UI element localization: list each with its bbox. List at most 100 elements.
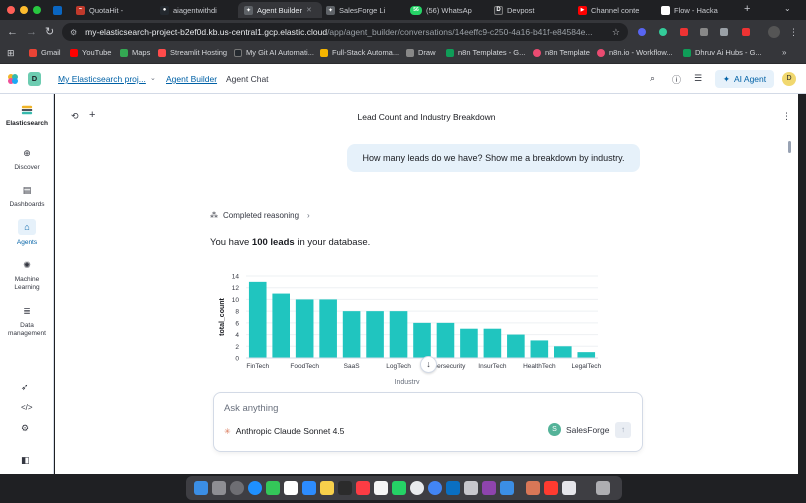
- close-window-button[interactable]: [7, 6, 15, 14]
- messages-icon[interactable]: [266, 481, 280, 495]
- feedback-icon[interactable]: ☰: [694, 73, 702, 84]
- app-icon[interactable]: [562, 481, 576, 495]
- bookmark-item[interactable]: n8n Templates - G...: [446, 48, 525, 57]
- gear-icon[interactable]: ⚙: [21, 423, 29, 434]
- bookmark-item[interactable]: n8n.io - Workflow...: [597, 48, 673, 57]
- bookmark-item[interactable]: YouTube: [70, 48, 111, 57]
- extension-icon[interactable]: [659, 28, 667, 36]
- chrome-icon[interactable]: [428, 481, 442, 495]
- zoom-window-button[interactable]: [33, 6, 41, 14]
- photos-icon[interactable]: [374, 481, 388, 495]
- send-button[interactable]: ↑: [615, 422, 631, 438]
- nav-elasticsearch[interactable]: Elasticsearch: [0, 104, 54, 128]
- reload-button[interactable]: ↻: [45, 25, 54, 39]
- back-button[interactable]: ←: [7, 25, 18, 39]
- x-tick-label: SaaS: [344, 363, 361, 370]
- browser-tab[interactable]: D Devpost: [494, 2, 570, 18]
- bookmark-item[interactable]: n8n Template: [533, 48, 590, 57]
- site-info-icon[interactable]: ⚙: [70, 28, 77, 37]
- nav-data-management[interactable]: ≣ Data management: [0, 304, 54, 338]
- vscode-icon[interactable]: [446, 481, 460, 495]
- more-options-icon[interactable]: ⋮: [782, 111, 791, 122]
- user-avatar[interactable]: D: [782, 72, 796, 86]
- bookmark-star-icon[interactable]: ☆: [612, 27, 620, 38]
- address-bar[interactable]: ⚙ my-elasticsearch-project-b2ef0d.kb.us-…: [62, 23, 628, 41]
- browser-tab[interactable]: 56 (56) WhatsAp: [410, 2, 490, 18]
- bookmark-item[interactable]: Full-Stack Automa...: [320, 48, 399, 57]
- nav-dashboards[interactable]: ▤ Dashboards: [0, 183, 54, 209]
- calendar-icon[interactable]: [284, 481, 298, 495]
- bookmark-item[interactable]: Gmail: [29, 48, 61, 57]
- forward-button[interactable]: →: [26, 25, 37, 39]
- whatsapp-icon[interactable]: [392, 481, 406, 495]
- chrome-icon[interactable]: [410, 481, 424, 495]
- extensions-puzzle-icon[interactable]: [720, 28, 728, 36]
- browser-tab[interactable]: ▶ Channel conte: [578, 2, 658, 18]
- nav-machine-learning[interactable]: ✺ Machine Learning: [0, 258, 54, 292]
- minimize-window-button[interactable]: [20, 6, 28, 14]
- nav-label: Discover: [14, 164, 40, 171]
- ai-agent-button[interactable]: ✦ AI Agent: [715, 70, 774, 88]
- rocket-icon[interactable]: ➶: [21, 382, 29, 393]
- x-tick-label: FinTech: [246, 363, 269, 370]
- app-icon[interactable]: [482, 481, 496, 495]
- app-icon[interactable]: [544, 481, 558, 495]
- browser-tab[interactable]: Flow - Hacka: [661, 2, 737, 18]
- browser-tab[interactable]: ● aiagentwithdi: [160, 2, 236, 18]
- launchpad-icon[interactable]: [212, 481, 226, 495]
- chevron-down-icon[interactable]: ⌄: [150, 74, 156, 82]
- collapse-nav-icon[interactable]: ◧: [21, 455, 30, 466]
- finder-icon[interactable]: [194, 481, 208, 495]
- apps-grid-icon[interactable]: ⊞: [7, 48, 15, 59]
- chat-composer[interactable]: Ask anything ✳ Anthropic Claude Sonnet 4…: [213, 392, 643, 452]
- scroll-to-bottom-button[interactable]: ↓: [420, 356, 437, 373]
- bookmark-item[interactable]: My Git AI Automati...: [234, 48, 314, 57]
- dev-tools-icon[interactable]: </>: [21, 403, 33, 412]
- elastic-logo-icon[interactable]: [7, 73, 19, 85]
- chrome-menu-icon[interactable]: ⋮: [789, 25, 798, 39]
- more-bookmarks-icon[interactable]: »: [782, 48, 786, 57]
- claude-icon[interactable]: [526, 481, 540, 495]
- breadcrumb-agent-builder[interactable]: Agent Builder: [166, 74, 217, 84]
- search-icon[interactable]: ⌕: [650, 73, 655, 84]
- linkedin-pinned-tab[interactable]: [53, 6, 62, 15]
- profile-avatar[interactable]: [768, 26, 780, 38]
- bookmark-item[interactable]: Streamlit Hosting: [158, 48, 227, 57]
- breadcrumb-project[interactable]: My Elasticsearch proj...: [58, 74, 146, 84]
- extension-icon[interactable]: [742, 28, 750, 36]
- terminal-icon[interactable]: [338, 481, 352, 495]
- extension-icon[interactable]: [680, 28, 688, 36]
- scrollbar-thumb[interactable]: [788, 141, 791, 153]
- model-selector[interactable]: ✳ Anthropic Claude Sonnet 4.5: [224, 426, 344, 436]
- space-avatar[interactable]: D: [28, 72, 41, 86]
- close-tab-icon[interactable]: ✕: [306, 6, 312, 14]
- new-tab-button[interactable]: +: [744, 3, 750, 15]
- zoom-icon[interactable]: [302, 481, 316, 495]
- settings-icon[interactable]: [230, 481, 244, 495]
- tab-search-chevron-icon[interactable]: ⌄: [784, 4, 791, 13]
- message-input[interactable]: Ask anything: [224, 403, 278, 414]
- y-tick-label: 6: [235, 320, 239, 327]
- preview-icon[interactable]: [464, 481, 478, 495]
- extension-icon[interactable]: [638, 28, 646, 36]
- nav-agents[interactable]: ⌂ Agents: [0, 219, 54, 247]
- extension-icon[interactable]: [700, 28, 708, 36]
- browser-tab[interactable]: ✦ SalesForge Li: [326, 2, 404, 18]
- browser-tab-active[interactable]: ✦ Agent Builder ✕: [238, 2, 322, 18]
- bookmark-item[interactable]: Draw: [406, 48, 436, 57]
- completed-reasoning-toggle[interactable]: ⁂ Completed reasoning ›: [210, 211, 310, 220]
- user-message-text: How many leads do we have? Show me a bre…: [362, 153, 625, 163]
- x-tick-label: FoodTech: [290, 363, 319, 370]
- agent-selector[interactable]: S SalesForge: [548, 423, 609, 436]
- safari-icon[interactable]: [248, 481, 262, 495]
- trash-icon[interactable]: [596, 481, 610, 495]
- notes-icon[interactable]: [320, 481, 334, 495]
- music-icon[interactable]: [356, 481, 370, 495]
- mail-icon[interactable]: [500, 481, 514, 495]
- bookmark-label: Gmail: [41, 48, 61, 57]
- nav-discover[interactable]: ⊕ Discover: [0, 146, 54, 172]
- help-icon[interactable]: ⓘ: [672, 73, 681, 86]
- bookmark-item[interactable]: Maps: [120, 48, 150, 57]
- browser-tab[interactable]: ~ QuotaHit -: [76, 2, 156, 18]
- bookmark-item[interactable]: Dhruv Ai Hubs - G...: [683, 48, 762, 57]
